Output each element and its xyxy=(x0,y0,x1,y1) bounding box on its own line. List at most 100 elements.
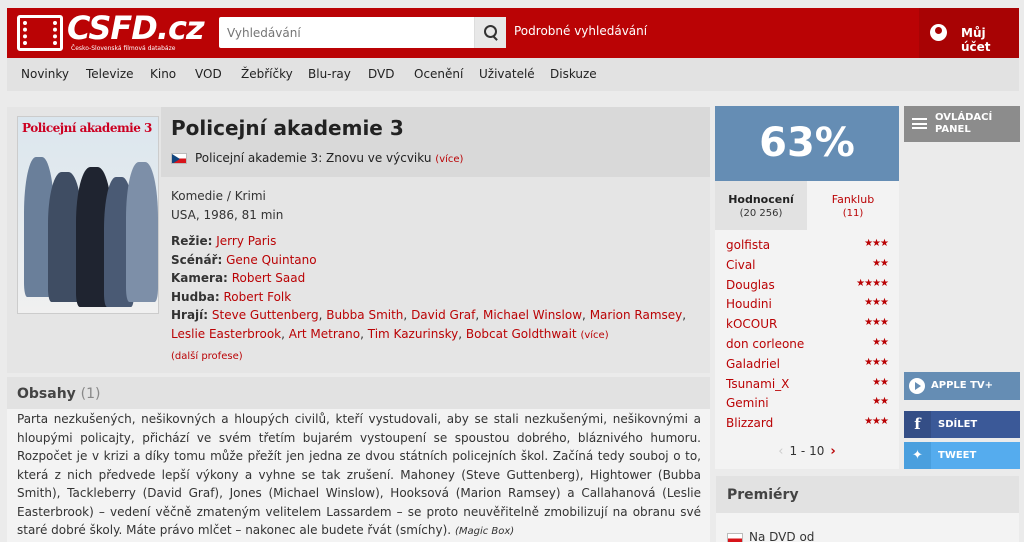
nav-diskuze[interactable]: Diskuze xyxy=(550,67,597,81)
apple-tv-label: APPLE TV+ xyxy=(931,380,994,391)
star-rating-icon: ★★★ xyxy=(864,297,889,308)
camera-row: Kamera: Robert Saad xyxy=(171,269,701,288)
plot-title-text: Obsahy xyxy=(17,386,76,402)
plot-text: Parta nezkušených, nešikovných a hloupýc… xyxy=(17,410,701,542)
tweet-button[interactable]: ✦ TWEET xyxy=(904,442,1020,469)
user-link[interactable]: kOCOUR xyxy=(726,317,777,331)
nav-oceneni[interactable]: Ocenění xyxy=(414,67,463,81)
user-link[interactable]: Galadriel xyxy=(726,357,780,371)
facebook-share-button[interactable]: f SDÍLET xyxy=(904,411,1020,438)
chevron-right-icon[interactable]: › xyxy=(830,444,835,459)
tab-fanclub[interactable]: Fanklub (11) xyxy=(807,181,899,230)
film-poster[interactable]: Policejní akademie 3 xyxy=(17,116,159,314)
more-professions-link[interactable]: (další profese) xyxy=(171,351,243,362)
cast-more-link[interactable]: (více) xyxy=(580,330,608,341)
cast-link[interactable]: Bobcat Goldthwait xyxy=(466,327,577,341)
nav-vod[interactable]: VOD xyxy=(195,67,222,81)
cast-label: Hrají: xyxy=(171,308,209,322)
nav-bluray[interactable]: Blu-ray xyxy=(308,67,351,81)
user-rating-row: kOCOUR ★★★ xyxy=(726,317,889,337)
director-label: Režie: xyxy=(171,234,213,248)
plot-source: (Magic Box) xyxy=(454,526,515,537)
music-label: Hudba: xyxy=(171,289,220,304)
cast-row: Hrají: Steve Guttenberg, Bubba Smith, Da… xyxy=(171,308,687,341)
camera-label: Kamera: xyxy=(171,271,228,285)
director-link[interactable]: Jerry Paris xyxy=(216,234,276,248)
film-reel-icon xyxy=(17,15,63,51)
cast-link[interactable]: Marion Ramsey xyxy=(590,308,683,322)
share-label: SDÍLET xyxy=(938,419,978,430)
tweet-label: TWEET xyxy=(938,450,977,461)
user-rating-row: Galadriel ★★★ xyxy=(726,357,889,377)
logo-wordmark: CSFD.cz xyxy=(67,9,205,47)
cast-link[interactable]: David Graf xyxy=(411,308,475,322)
film-panel: Policejní akademie 3 Policejní akademie … xyxy=(7,107,710,373)
star-rating-icon: ★★★ xyxy=(864,317,889,328)
czech-flag-icon xyxy=(171,153,187,164)
apple-tv-button[interactable]: APPLE TV+ xyxy=(904,372,1020,400)
user-rating-row: Tsunami_X ★★ xyxy=(726,377,889,397)
nav-novinky[interactable]: Novinky xyxy=(21,67,69,81)
alternate-titles-more-link[interactable]: (více) xyxy=(435,154,463,165)
pager-range: 1 - 10 xyxy=(789,444,825,458)
alternate-title: Policejní akademie 3: Znovu ve výcviku (… xyxy=(195,151,463,165)
nav-televize[interactable]: Televize xyxy=(86,67,134,81)
tab-ratings[interactable]: Hodnocení (20 256) xyxy=(715,181,807,230)
top-bar: CSFD.cz Česko-Slovenská filmová databáze… xyxy=(7,8,1019,58)
star-rating-icon: ★★★ xyxy=(864,416,889,427)
plot-body: Parta nezkušených, nešikovných a hloupýc… xyxy=(17,412,701,537)
user-link[interactable]: Houdini xyxy=(726,297,772,311)
film-genre: Komedie / Krimi xyxy=(171,189,266,203)
nav-dvd[interactable]: DVD xyxy=(368,67,394,81)
user-rating-row: Blizzard ★★★ xyxy=(726,416,889,436)
plot-title: Obsahy (1) xyxy=(17,386,101,402)
star-rating-icon: ★★ xyxy=(872,377,889,388)
star-rating-icon: ★★★ xyxy=(864,357,889,368)
nav-zebricky[interactable]: Žebříčky xyxy=(241,67,293,81)
search-box xyxy=(219,17,506,48)
user-rating-row: don corleone ★★ xyxy=(726,337,889,357)
cast-link[interactable]: Steve Guttenberg xyxy=(212,308,319,322)
advanced-search-link[interactable]: Podrobné vyhledávání xyxy=(514,24,647,38)
nav-kino[interactable]: Kino xyxy=(150,67,176,81)
account-button[interactable]: Můj účet xyxy=(919,8,1019,58)
music-link[interactable]: Robert Folk xyxy=(224,290,292,304)
poster-figure xyxy=(126,162,158,302)
user-link[interactable]: don corleone xyxy=(726,337,804,351)
premieres-title: Premiéry xyxy=(727,487,799,503)
search-icon[interactable] xyxy=(474,17,506,48)
nav-uzivatele[interactable]: Uživatelé xyxy=(479,67,535,81)
screenplay-link[interactable]: Gene Quintano xyxy=(226,253,316,267)
chevron-left-icon[interactable]: ‹ xyxy=(778,444,783,459)
cast-link[interactable]: Michael Winslow xyxy=(483,308,582,322)
cast-link[interactable]: Leslie Easterbrook xyxy=(171,327,281,341)
premieres-header: Premiéry xyxy=(716,476,1019,513)
star-rating-icon: ★★ xyxy=(872,396,889,407)
rating-panel: 63% Hodnocení (20 256) Fanklub (11) golfis… xyxy=(715,106,899,469)
tab-fanclub-count: (11) xyxy=(842,208,864,219)
csfd-logo[interactable]: CSFD.cz Česko-Slovenská filmová databáze xyxy=(17,9,205,54)
user-link[interactable]: golfista xyxy=(726,238,770,252)
cast-link[interactable]: Tim Kazurinsky xyxy=(368,327,458,341)
user-rating-row: Gemini ★★ xyxy=(726,396,889,416)
cast-link[interactable]: Bubba Smith xyxy=(326,308,403,322)
cast-link[interactable]: Art Metrano xyxy=(289,327,360,341)
tab-ratings-count: (20 256) xyxy=(739,208,783,219)
dvd-release-label: Na DVD od xyxy=(749,530,815,542)
control-panel-button[interactable]: OVLÁDACÍ PANEL xyxy=(904,106,1020,142)
screenplay-label: Scénář: xyxy=(171,252,223,267)
camera-link[interactable]: Robert Saad xyxy=(232,271,306,285)
user-link[interactable]: Tsunami_X xyxy=(726,377,789,391)
user-link[interactable]: Gemini xyxy=(726,396,769,410)
music-row: Hudba: Robert Folk xyxy=(171,288,701,307)
user-link[interactable]: Cival xyxy=(726,258,756,272)
search-input[interactable] xyxy=(219,17,469,48)
film-header: Policejní akademie 3 Policejní akademie … xyxy=(161,107,710,177)
menu-icon xyxy=(912,118,927,129)
user-link[interactable]: Blizzard xyxy=(726,416,773,430)
control-panel-label: OVLÁDACÍ PANEL xyxy=(935,112,993,135)
user-link[interactable]: Douglas xyxy=(726,278,775,292)
star-rating-icon: ★★★★ xyxy=(856,278,889,289)
ratings-pager: ‹ 1 - 10 › xyxy=(715,444,899,459)
star-rating-icon: ★★★ xyxy=(864,238,889,249)
